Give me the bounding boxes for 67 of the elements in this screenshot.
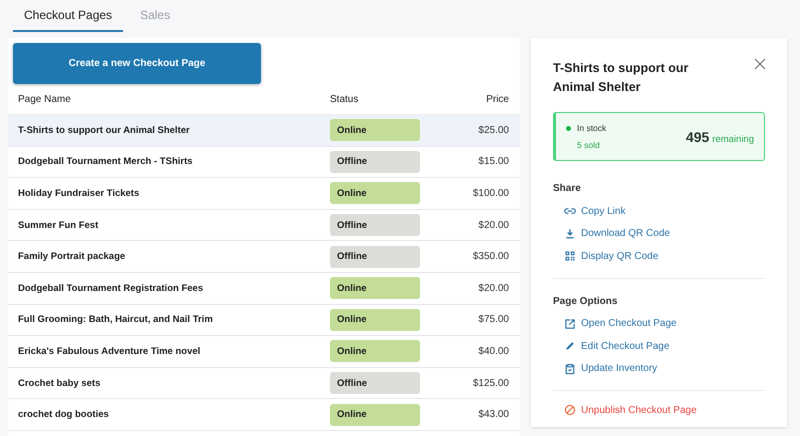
price: $15.00 <box>477 156 509 168</box>
table-row[interactable]: crochet dog booties Online $43.00 <box>8 399 520 431</box>
price: $125.00 <box>472 378 509 389</box>
page-name: T-Shirts to support our Animal Shelter <box>18 124 191 136</box>
close-icon[interactable] <box>754 58 766 70</box>
external-link-icon <box>564 318 576 330</box>
price: $20.00 <box>477 220 509 231</box>
status-badge: Online <box>330 404 420 426</box>
page-name: Summer Fun Fest <box>18 220 100 231</box>
blocked-icon <box>564 404 576 416</box>
status-dot <box>566 126 571 130</box>
stock-status: In stock <box>577 123 606 133</box>
page-name: Crochet baby sets <box>18 378 102 389</box>
clipboard-icon <box>564 362 576 375</box>
remaining-label: remaining <box>712 134 754 144</box>
section-heading: Share <box>553 183 582 194</box>
action-link[interactable]: Update Inventory <box>564 358 658 380</box>
table-row[interactable]: Crochet baby sets Offline $125.00 <box>8 368 520 400</box>
table-row[interactable]: Dodgeball Tournament Registration Fees Online $20.00 <box>8 272 520 305</box>
action-link[interactable]: Copy Link <box>564 200 626 222</box>
table-row[interactable]: Family Portrait package Offline $350.00 <box>8 241 520 273</box>
status-badge: Offline <box>330 150 420 173</box>
price: $350.00 <box>472 251 509 262</box>
pencil-icon <box>564 340 576 352</box>
table-row[interactable]: Dodgeball Tournament Merch - TShirts Offline $15.00 <box>8 146 520 178</box>
page-name: Full Grooming: Bath, Haircut, and Nail Trim <box>18 314 214 326</box>
action-link[interactable]: Display QR Code <box>564 245 658 268</box>
action-link[interactable]: Edit Checkout Page <box>564 335 670 358</box>
page-name: Holiday Fundraiser Tickets <box>18 188 140 199</box>
page-name: Dodgeball Tournament Registration Fees <box>18 282 204 294</box>
price: $25.00 <box>477 124 509 136</box>
table-row[interactable]: Full Grooming: Bath, Haircut, and Nail Trim Online $75.00 <box>8 304 520 336</box>
table-row[interactable]: Holiday Fundraiser Tickets Online $100.00 <box>8 178 520 210</box>
sold-count: 5 sold <box>576 140 601 150</box>
status-badge: Offline <box>330 246 420 268</box>
tab[interactable]: Checkout Pages <box>13 0 124 32</box>
column-header: Status <box>330 94 360 104</box>
status-badge: Online <box>330 308 420 331</box>
create-button[interactable]: Create a new Checkout Page <box>13 43 261 84</box>
download-icon <box>564 228 576 240</box>
section-heading: Page Options <box>553 296 618 306</box>
price: $40.00 <box>477 346 509 357</box>
price: $75.00 <box>477 314 509 326</box>
status-badge: Offline <box>330 372 420 394</box>
status-badge: Online <box>330 119 420 142</box>
price: $100.00 <box>472 188 509 199</box>
price: $20.00 <box>477 282 509 294</box>
table-row[interactable]: Ericka's Fabulous Adventure Time novel Online $40.00 <box>8 336 520 368</box>
status-badge: Online <box>330 340 420 362</box>
column-header: Page Name <box>18 94 72 104</box>
status-badge: Online <box>330 182 420 204</box>
page-name: Dodgeball Tournament Merch - TShirts <box>18 156 194 168</box>
page-name: Ericka's Fabulous Adventure Time novel <box>18 346 202 357</box>
status-badge: Offline <box>330 214 420 236</box>
page-name: Family Portrait package <box>18 251 126 262</box>
table-row[interactable]: Summer Fun Fest Offline $20.00 <box>8 210 520 242</box>
action-link[interactable]: Open Checkout Page <box>564 312 677 335</box>
remaining-count: 495 <box>686 128 710 144</box>
action-link[interactable]: Download QR Code <box>564 222 670 245</box>
page-name: crochet dog booties <box>18 409 110 420</box>
column-header: Price <box>485 94 509 104</box>
panel-title: T-Shirts to support our Animal Shelter <box>553 60 690 96</box>
qr-code-icon <box>564 250 576 262</box>
price: $43.00 <box>477 409 509 420</box>
unpublish-link[interactable]: Unpublish Checkout Page <box>564 399 697 422</box>
status-badge: Online <box>330 277 420 300</box>
table-row[interactable]: T-Shirts to support our Animal Shelter Online $25.00 <box>8 115 520 147</box>
